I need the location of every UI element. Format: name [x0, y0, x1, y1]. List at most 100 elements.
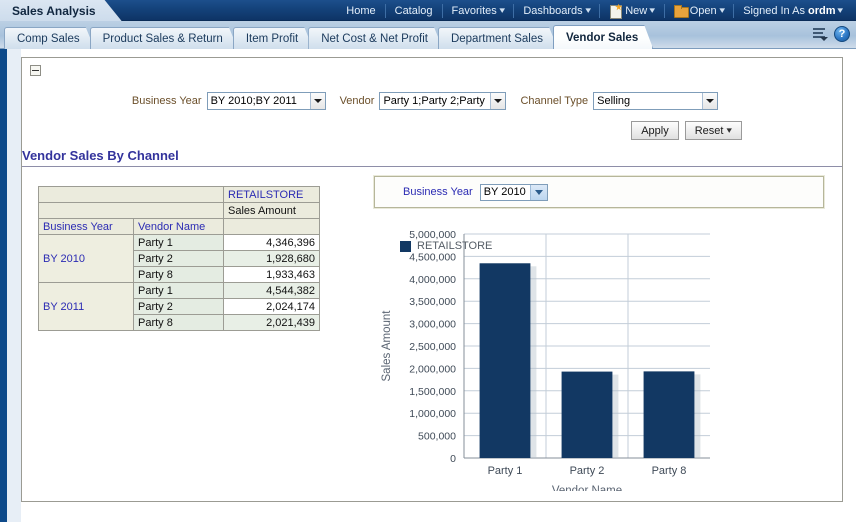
tab-department-sales[interactable]: Department Sales: [438, 27, 558, 49]
tab-product-sales-return[interactable]: Product Sales & Return: [90, 27, 238, 49]
tab-label: Item Profit: [246, 33, 298, 45]
measure-group-header[interactable]: RETAILSTORE: [224, 187, 320, 203]
prompt-row: Business Year BY 2010;BY 2011 Vendor Par…: [22, 90, 842, 112]
svg-text:0: 0: [450, 453, 456, 465]
svg-text:Party 2: Party 2: [570, 465, 605, 477]
cell-vendor-name: Party 8: [134, 315, 224, 331]
cell-sales-amount: 2,021,439: [224, 315, 320, 331]
svg-text:1,500,000: 1,500,000: [409, 386, 456, 398]
chart-business-year-select[interactable]: BY 2010: [480, 184, 548, 201]
nav-favorites-label: Favorites: [452, 5, 497, 17]
brand-title: Sales Analysis: [0, 0, 122, 21]
reset-button[interactable]: Reset ▾: [685, 121, 742, 140]
channel-type-label: Channel Type: [520, 95, 588, 107]
svg-text:1,000,000: 1,000,000: [409, 408, 456, 420]
svg-text:500,000: 500,000: [418, 431, 456, 443]
table-row: BY 2010 Party 1 4,346,396: [39, 235, 320, 251]
nav-new-label: New: [625, 5, 647, 17]
legend-swatch: [400, 241, 411, 252]
legend-label: RETAILSTORE: [417, 240, 492, 252]
svg-text:Party 8: Party 8: [652, 465, 687, 477]
page-options-icon[interactable]: [811, 26, 828, 42]
vendor-label: Vendor: [340, 95, 375, 107]
cell-sales-amount: 1,928,680: [224, 251, 320, 267]
chart-canvas: 0 500,000 1,000,000 1,500,000 2,000,000 2,500…: [352, 216, 842, 491]
vendor-value: Party 1;Party 2;Party: [380, 93, 490, 109]
chevron-down-icon: ▾: [650, 6, 656, 15]
nav-home-label: Home: [346, 5, 375, 17]
left-rail-light: [7, 49, 21, 522]
chevron-down-icon[interactable]: [530, 185, 547, 200]
channel-type-select[interactable]: Selling: [593, 92, 718, 110]
reset-button-label: Reset: [695, 125, 724, 137]
nav-favorites[interactable]: Favorites ▾: [443, 0, 514, 21]
global-header: Sales Analysis Home Catalog Favorites ▾ …: [0, 0, 856, 21]
section-header: Vendor Sales By Channel: [22, 148, 842, 167]
collapse-section-button[interactable]: [30, 65, 41, 76]
column-header-spacer: [224, 219, 320, 235]
cell-vendor-name: Party 2: [134, 299, 224, 315]
cell-vendor-name: Party 2: [134, 251, 224, 267]
chevron-down-icon: ▾: [838, 6, 844, 15]
dashboard-tabstrip: Comp Sales Product Sales & Return Item P…: [0, 21, 856, 49]
help-glyph: ?: [839, 29, 846, 40]
vendor-sales-table: RETAILSTORE Sales Amount Business Year V…: [38, 186, 320, 331]
tab-label: Net Cost & Net Profit: [321, 33, 428, 45]
business-year-value: BY 2010;BY 2011: [208, 93, 310, 109]
open-folder-icon: [674, 5, 687, 17]
measure-header[interactable]: Sales Amount: [224, 203, 320, 219]
vendor-select[interactable]: Party 1;Party 2;Party: [379, 92, 506, 110]
chevron-down-icon[interactable]: [702, 93, 717, 109]
table-column-header-row: Business Year Vendor Name: [39, 219, 320, 235]
tab-list: Comp Sales Product Sales & Return Item P…: [4, 25, 648, 49]
nav-catalog[interactable]: Catalog: [386, 0, 442, 21]
svg-text:Vendor Name: Vendor Name: [552, 485, 622, 491]
cell-vendor-name: Party 8: [134, 267, 224, 283]
business-year-label: Business Year: [132, 95, 202, 107]
chart-business-year-value: BY 2010: [481, 185, 530, 200]
chevron-down-icon[interactable]: [490, 93, 505, 109]
nav-dashboards[interactable]: Dashboards ▾: [514, 0, 599, 21]
tab-comp-sales[interactable]: Comp Sales: [4, 27, 95, 49]
channel-type-value: Selling: [594, 93, 702, 109]
tab-vendor-sales[interactable]: Vendor Sales: [553, 25, 653, 49]
tab-net-cost-net-profit[interactable]: Net Cost & Net Profit: [308, 27, 443, 49]
apply-button-label: Apply: [641, 125, 669, 137]
business-year-select[interactable]: BY 2010;BY 2011: [207, 92, 326, 110]
tab-item-profit[interactable]: Item Profit: [233, 27, 313, 49]
tab-label: Department Sales: [451, 33, 543, 45]
tab-label: Comp Sales: [17, 33, 80, 45]
left-rail-dark: [0, 49, 7, 522]
nav-dashboards-label: Dashboards: [523, 5, 582, 17]
chevron-down-icon[interactable]: [310, 93, 325, 109]
nav-home[interactable]: Home: [337, 0, 384, 21]
svg-text:2,000,000: 2,000,000: [409, 363, 456, 375]
dashboard-page: Sales Analysis Home Catalog Favorites ▾ …: [0, 0, 856, 522]
section-title-text: Vendor Sales By Channel: [22, 148, 842, 163]
svg-text:Sales Amount: Sales Amount: [381, 310, 393, 382]
table-measure-group-row: RETAILSTORE: [39, 187, 320, 203]
header-nav: Home Catalog Favorites ▾ Dashboards ▾ Ne…: [337, 0, 852, 21]
column-header-business-year[interactable]: Business Year: [39, 219, 134, 235]
section-divider: [22, 166, 842, 167]
svg-text:3,000,000: 3,000,000: [409, 319, 456, 331]
svg-text:2,500,000: 2,500,000: [409, 341, 456, 353]
signed-in-label: Signed In As: [743, 5, 805, 17]
column-header-vendor-name[interactable]: Vendor Name: [134, 219, 224, 235]
svg-text:3,500,000: 3,500,000: [409, 296, 456, 308]
nav-signed-in-as[interactable]: Signed In As ordm ▾: [734, 0, 852, 21]
brand-title-text: Sales Analysis: [12, 4, 96, 18]
dashboard-content-panel: Business Year BY 2010;BY 2011 Vendor Par…: [21, 57, 843, 502]
nav-open[interactable]: Open ▾: [665, 0, 733, 21]
cell-vendor-name: Party 1: [134, 283, 224, 299]
help-icon[interactable]: ?: [834, 26, 850, 42]
nav-new[interactable]: New ▾: [600, 0, 664, 21]
cell-business-year: BY 2011: [39, 283, 134, 331]
chart-prompt-panel: Business Year BY 2010: [374, 176, 824, 208]
prompt-buttons: Apply Reset ▾: [22, 121, 842, 140]
tab-label: Vendor Sales: [566, 32, 638, 44]
chevron-down-icon: ▾: [719, 6, 725, 15]
svg-text:Party 1: Party 1: [488, 465, 523, 477]
apply-button[interactable]: Apply: [631, 121, 679, 140]
current-user: ordm: [808, 5, 836, 17]
